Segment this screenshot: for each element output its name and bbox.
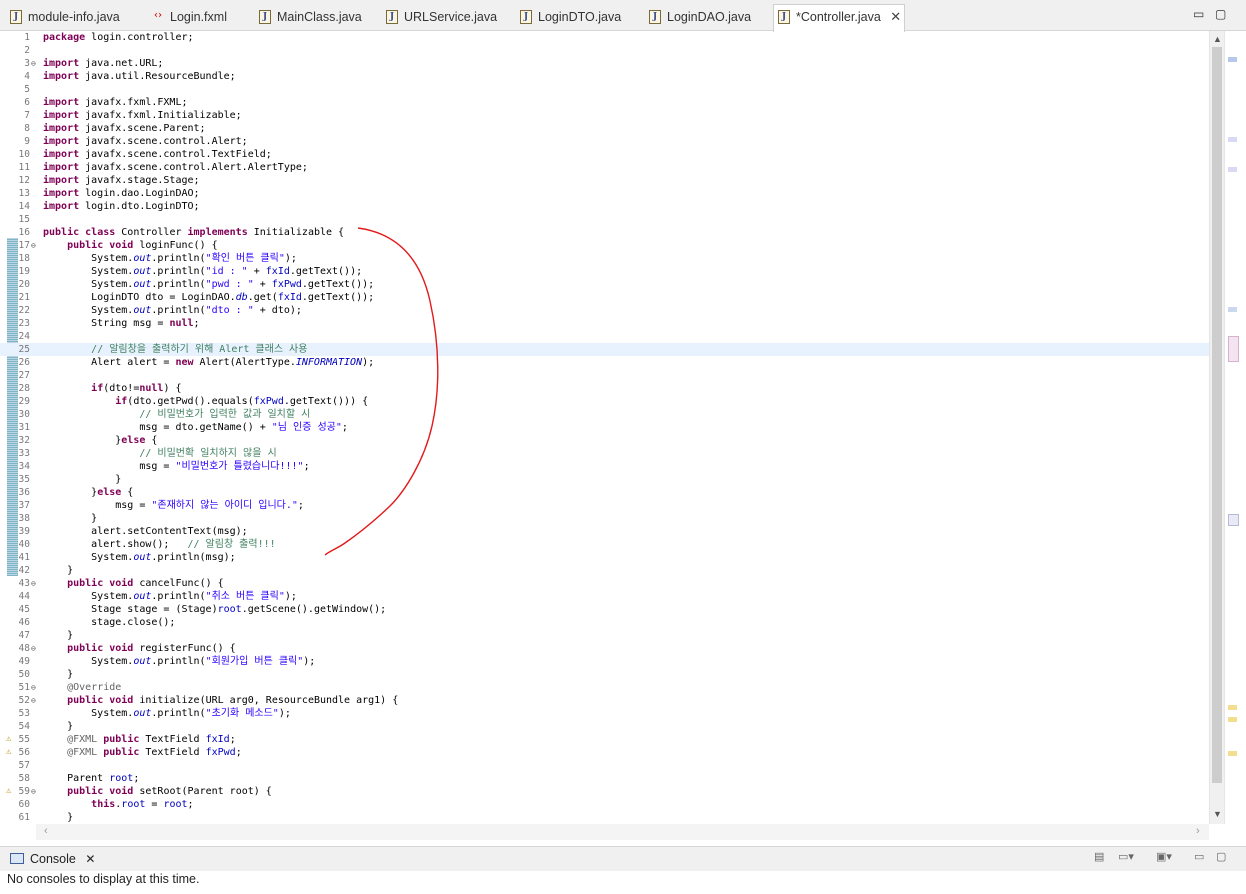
vertical-scrollbar[interactable]: ▲ ▼ — [1209, 31, 1224, 824]
new-console-icon[interactable]: ▣▾ — [1156, 850, 1172, 863]
overview-ruler[interactable] — [1224, 31, 1246, 824]
overview-marker[interactable] — [1228, 57, 1237, 62]
scroll-right-icon[interactable]: › — [1196, 825, 1200, 837]
overview-marker[interactable] — [1228, 514, 1239, 526]
tab-controller[interactable]: J *Controller.java ✕ — [773, 4, 905, 32]
tab-logindao[interactable]: J LoginDAO.java — [645, 5, 770, 31]
tab-module-info[interactable]: J module-info.java — [6, 5, 144, 31]
scroll-left-icon[interactable]: ‹ — [44, 825, 48, 837]
tab-label: URLService.java — [404, 10, 498, 24]
console-message: No consoles to display at this time. — [7, 872, 200, 886]
fxml-file-icon: ‹› — [154, 10, 162, 21]
scroll-down-icon[interactable]: ▼ — [1213, 809, 1222, 819]
close-icon[interactable]: ✕ — [85, 852, 95, 866]
console-tab-bar: Console ✕ — [0, 846, 1246, 871]
java-file-icon: J — [10, 10, 22, 24]
tab-console[interactable]: Console ✕ — [10, 851, 95, 868]
display-selected-console-icon[interactable]: ▭▾ — [1118, 850, 1134, 863]
maximize-icon[interactable]: ▢ — [1215, 7, 1226, 21]
minimize-icon[interactable]: ▭ — [1194, 850, 1208, 863]
console-tab-label: Console — [30, 852, 76, 866]
tab-logindto[interactable]: J LoginDTO.java — [516, 5, 641, 31]
maximize-icon[interactable]: ▢ — [1216, 850, 1230, 863]
tab-label: LoginDTO.java — [538, 10, 622, 24]
java-file-icon: J — [386, 10, 398, 24]
java-file-icon: J — [649, 10, 661, 24]
warning-marker[interactable] — [1228, 705, 1237, 710]
scrollbar-thumb[interactable] — [1212, 47, 1222, 783]
minimize-icon[interactable]: ▭ — [1193, 7, 1204, 21]
overview-marker[interactable] — [1228, 167, 1237, 172]
red-annotation-curve — [324, 227, 439, 556]
horizontal-scrollbar[interactable]: ‹ › — [36, 824, 1209, 840]
overview-highlight[interactable] — [1228, 336, 1239, 362]
java-file-icon: J — [259, 10, 271, 24]
java-file-icon: J — [520, 10, 532, 24]
tab-label: module-info.java — [28, 10, 120, 24]
hand-drawn-bracket-annotation — [324, 227, 439, 556]
close-icon[interactable]: ✕ — [890, 9, 901, 24]
scroll-up-icon[interactable]: ▲ — [1213, 34, 1222, 44]
warning-marker[interactable] — [1228, 751, 1237, 756]
tab-mainclass[interactable]: J MainClass.java — [255, 5, 377, 31]
warning-marker[interactable] — [1228, 717, 1237, 722]
tab-label: Login.fxml — [170, 10, 227, 24]
java-file-icon: J — [778, 10, 790, 24]
code-editor[interactable]: 1 package login.controller; 2 3 ⊖ import java… — [0, 31, 1224, 824]
open-console-icon[interactable]: ▤ — [1094, 850, 1108, 863]
tab-label: *Controller.java — [796, 10, 881, 24]
overview-marker[interactable] — [1228, 137, 1237, 142]
tab-login-fxml[interactable]: ‹› Login.fxml — [148, 5, 250, 31]
tab-urlservice[interactable]: J URLService.java — [382, 5, 512, 31]
overview-marker[interactable] — [1228, 307, 1237, 312]
console-icon — [10, 853, 24, 864]
tab-label: LoginDAO.java — [667, 10, 752, 24]
editor-tab-bar: J module-info.java ‹› Login.fxml J MainC… — [0, 0, 1246, 32]
tab-label: MainClass.java — [277, 10, 362, 24]
